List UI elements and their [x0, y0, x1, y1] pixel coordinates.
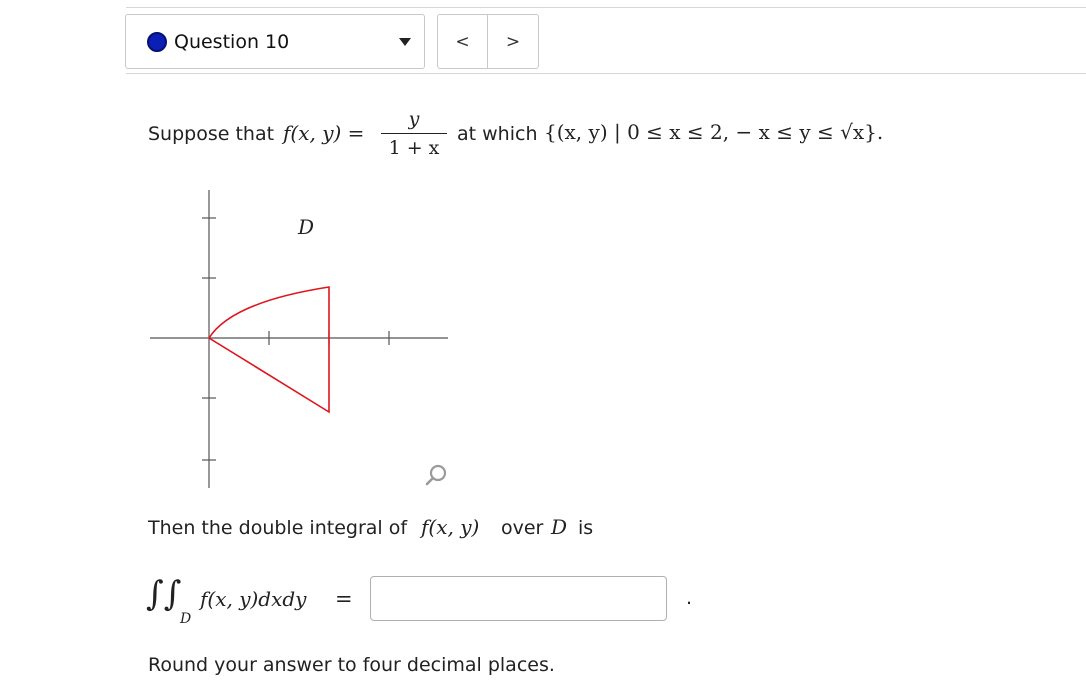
- region-graph: D: [150, 190, 448, 488]
- equals-sign: =: [335, 587, 353, 611]
- integral-intro-over: over: [501, 517, 544, 539]
- question-label: Question 10: [174, 30, 290, 53]
- header-divider: [126, 73, 1086, 74]
- function-fraction: y 1 + x: [379, 108, 449, 159]
- at-which-text: at which: [457, 123, 538, 145]
- trailing-period: .: [686, 587, 693, 609]
- magnifier-icon[interactable]: [424, 462, 450, 488]
- caret-down-icon: [399, 38, 411, 46]
- fraction-numerator: y: [408, 108, 420, 130]
- integral-intro-is: is: [578, 517, 594, 539]
- integrand: f(x, y)dxdy: [200, 587, 307, 611]
- region-label: D: [297, 215, 314, 239]
- question-selector[interactable]: Question 10: [125, 14, 425, 69]
- integral-subscript: D: [180, 611, 192, 627]
- integral-intro-region: D: [551, 515, 568, 539]
- rounding-instruction: Round your answer to four decimal places…: [148, 654, 555, 676]
- status-indicator-icon: [147, 31, 167, 52]
- previous-question-button[interactable]: <: [438, 15, 488, 68]
- integral-intro-start: Then the double integral of: [148, 517, 408, 539]
- fraction-denominator: 1 + x: [388, 137, 440, 159]
- top-divider: [126, 7, 1086, 8]
- region-boundary: [207, 286, 330, 414]
- double-integral-sign: ∫∫: [146, 574, 182, 614]
- suppose-text: Suppose that: [148, 123, 275, 145]
- answer-input[interactable]: [370, 576, 667, 621]
- axis-ticks: [202, 217, 390, 461]
- next-question-button[interactable]: >: [488, 15, 538, 68]
- region-set: {(x, y) | 0 ≤ x ≤ 2, − x ≤ y ≤ √x}.: [544, 120, 884, 144]
- question-nav: < >: [437, 14, 539, 69]
- function-lhs: f(x, y) =: [283, 121, 365, 145]
- integral-intro-function: f(x, y): [421, 515, 480, 539]
- fraction-bar: [381, 133, 447, 134]
